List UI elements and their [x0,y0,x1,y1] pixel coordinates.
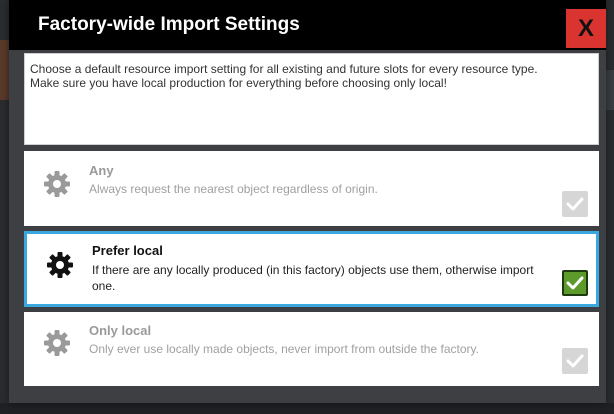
description-box: Choose a default resource import setting… [24,53,599,145]
option-prefer-local[interactable]: Prefer local If there are any locally pr… [24,231,599,307]
option-only-local[interactable]: Only local Only ever use locally made ob… [24,312,599,386]
option-description: Only ever use locally made objects, neve… [89,342,479,356]
gear-icon [47,252,73,278]
gear-icon [44,330,70,356]
option-checkbox[interactable] [562,348,588,374]
checkmark-icon [566,197,584,211]
option-title: Any [89,163,114,178]
option-checkbox[interactable] [562,270,588,296]
option-description: If there are any locally produced (in th… [92,263,534,293]
close-button[interactable]: X [566,9,606,48]
description-line: Choose a default resource import setting… [30,62,538,76]
checkmark-icon [566,276,584,290]
option-title: Only local [89,323,152,338]
dialog-titlebar: Factory-wide Import Settings [9,0,606,50]
option-checkbox[interactable] [562,191,588,217]
option-title: Prefer local [92,243,163,258]
option-description: Always request the nearest object regard… [89,182,378,196]
description-line: Make sure you have local production for … [30,76,447,90]
checkmark-icon [566,354,584,368]
gear-icon [44,171,70,197]
option-any[interactable]: Any Always request the nearest object re… [24,151,599,226]
import-settings-dialog: Factory-wide Import Settings X Choose a … [9,0,606,403]
dialog-title: Factory-wide Import Settings [38,14,300,35]
